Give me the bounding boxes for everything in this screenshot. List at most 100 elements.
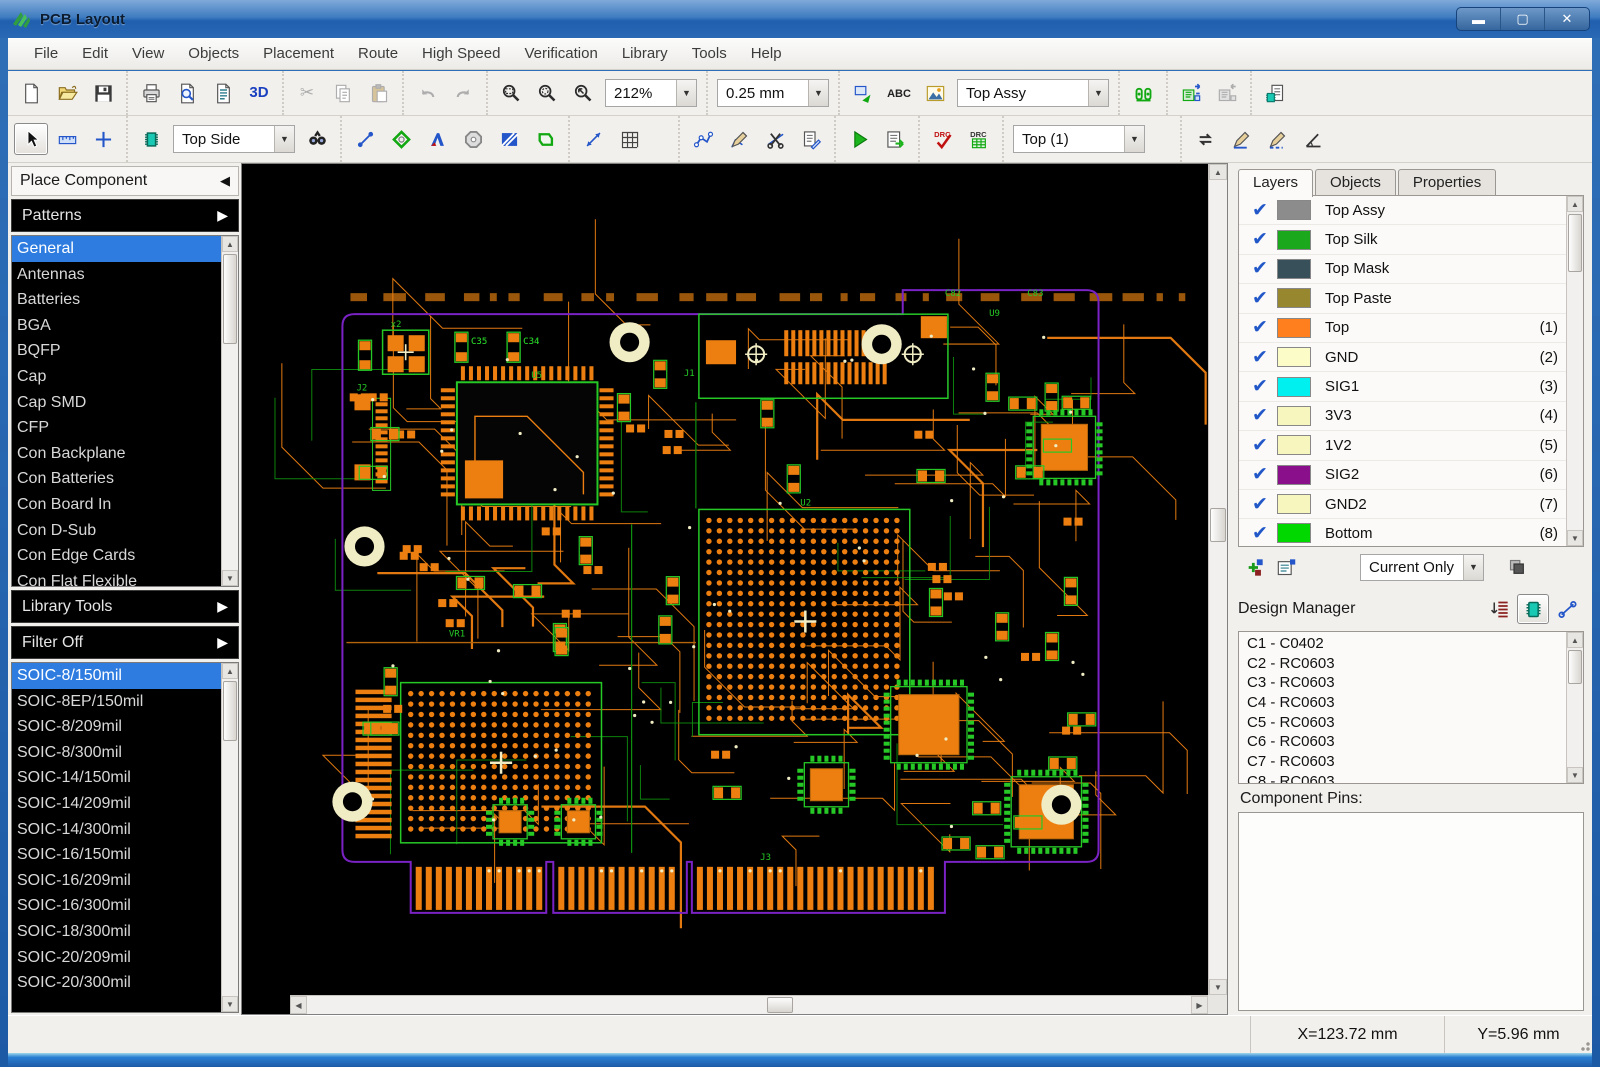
- assy-layer-combo[interactable]: Top Assy ▼: [957, 79, 1109, 107]
- layer-visible-checkbox[interactable]: ✔: [1243, 493, 1277, 516]
- scroll-up-icon[interactable]: ▲: [222, 236, 238, 252]
- copper-pour-button[interactable]: [420, 123, 454, 155]
- list-item[interactable]: Antennas: [12, 262, 221, 288]
- dm-sort-button[interactable]: [1483, 594, 1515, 624]
- component-row[interactable]: C6 - RC0603: [1239, 732, 1566, 752]
- layer-visible-checkbox[interactable]: ✔: [1243, 404, 1277, 427]
- layer-color-swatch[interactable]: [1277, 405, 1311, 426]
- layer-visible-checkbox[interactable]: ✔: [1243, 346, 1277, 369]
- view-3d-button[interactable]: 3D: [242, 77, 276, 109]
- list-item[interactable]: SOIC-18/300mil: [12, 919, 221, 945]
- list-item[interactable]: SOIC-16/150mil: [12, 842, 221, 868]
- list-item[interactable]: SOIC-20/300mil: [12, 970, 221, 996]
- grid-size-combo[interactable]: 0.25 mm ▼: [717, 79, 829, 107]
- list-item[interactable]: Batteries: [12, 287, 221, 313]
- chevron-down-icon[interactable]: ▼: [808, 80, 828, 106]
- layer-color-swatch[interactable]: [1277, 347, 1311, 368]
- filter-bar[interactable]: Filter Off ▶: [11, 626, 239, 659]
- list-item[interactable]: SOIC-14/300mil: [12, 817, 221, 843]
- layer-scope-combo[interactable]: Current Only ▼: [1360, 553, 1484, 581]
- list-item[interactable]: SOIC-14/150mil: [12, 765, 221, 791]
- layer-visible-checkbox[interactable]: ✔: [1243, 463, 1277, 486]
- scroll-up-icon[interactable]: ▲: [222, 663, 238, 679]
- component-row[interactable]: C3 - RC0603: [1239, 673, 1566, 693]
- add-layer-button[interactable]: [1239, 551, 1269, 583]
- drc-check-button[interactable]: DRC: [926, 123, 960, 155]
- tab-layers[interactable]: Layers: [1238, 169, 1314, 197]
- layer-row[interactable]: ✔ SIG2 (6): [1239, 461, 1566, 490]
- drc-report-button[interactable]: DRC: [962, 123, 996, 155]
- menu-library[interactable]: Library: [610, 39, 680, 69]
- component-properties-button[interactable]: [1258, 77, 1292, 109]
- chevron-down-icon[interactable]: ▼: [274, 126, 294, 152]
- route-manual-button[interactable]: [686, 123, 720, 155]
- find-button[interactable]: [300, 123, 334, 155]
- layer-color-swatch[interactable]: [1277, 523, 1311, 544]
- component-list-scrollbar[interactable]: ▲ ▼: [1566, 632, 1583, 783]
- shape-tool-button[interactable]: [846, 77, 880, 109]
- dm-components-button[interactable]: [1517, 594, 1549, 624]
- ratlines-button[interactable]: [1126, 77, 1160, 109]
- component-row[interactable]: C1 - C0402: [1239, 634, 1566, 654]
- menu-tools[interactable]: Tools: [680, 39, 739, 69]
- edit-trace-alt-button[interactable]: [1260, 123, 1294, 155]
- close-button[interactable]: ✕: [1545, 8, 1589, 30]
- dm-nets-button[interactable]: [1551, 594, 1583, 624]
- layer-color-swatch[interactable]: [1277, 435, 1311, 456]
- chevron-down-icon[interactable]: ▼: [676, 80, 696, 106]
- list-item[interactable]: Con Batteries: [12, 466, 221, 492]
- menu-file[interactable]: File: [22, 39, 70, 69]
- pour-fill-button[interactable]: [492, 123, 526, 155]
- list-item[interactable]: CFP: [12, 415, 221, 441]
- layer-row[interactable]: ✔ 1V2 (5): [1239, 431, 1566, 461]
- footprint-list-scrollbar[interactable]: ▲ ▼: [221, 663, 238, 1012]
- scroll-down-icon[interactable]: ▼: [1209, 979, 1227, 995]
- unroute-button[interactable]: [758, 123, 792, 155]
- dimension-tool-button[interactable]: [576, 123, 610, 155]
- layer-row[interactable]: ✔ Top (1): [1239, 314, 1566, 343]
- route-layer-combo[interactable]: Top (1) ▼: [1013, 125, 1145, 153]
- layer-visible-checkbox[interactable]: ✔: [1243, 228, 1277, 251]
- place-component-button[interactable]: [134, 123, 168, 155]
- scroll-down-icon[interactable]: ▼: [1567, 767, 1583, 783]
- layer-row[interactable]: ✔ Top Mask: [1239, 255, 1566, 285]
- layer-row[interactable]: ✔ Top Assy: [1239, 196, 1566, 226]
- menu-verification[interactable]: Verification: [512, 39, 609, 69]
- layer-visible-checkbox[interactable]: ✔: [1243, 375, 1277, 398]
- run-autorouter-button[interactable]: [842, 123, 876, 155]
- open-file-button[interactable]: [50, 77, 84, 109]
- report-button[interactable]: [206, 77, 240, 109]
- scroll-up-icon[interactable]: ▲: [1567, 196, 1583, 212]
- component-row[interactable]: C5 - RC0603: [1239, 713, 1566, 733]
- list-item[interactable]: SOIC-20/209mil: [12, 945, 221, 971]
- component-row[interactable]: C7 - RC0603: [1239, 752, 1566, 772]
- layer-row[interactable]: ✔ SIG1 (3): [1239, 372, 1566, 402]
- list-item[interactable]: SOIC-16/300mil: [12, 893, 221, 919]
- autorouter-setup-button[interactable]: [878, 123, 912, 155]
- net-manager-button[interactable]: [794, 123, 828, 155]
- menu-help[interactable]: Help: [739, 39, 794, 69]
- via-green-button[interactable]: [384, 123, 418, 155]
- resize-grip[interactable]: [1577, 1038, 1590, 1051]
- route-interactive-button[interactable]: [722, 123, 756, 155]
- layer-color-swatch[interactable]: [1277, 200, 1311, 221]
- list-item[interactable]: SOIC-8EP/150mil: [12, 689, 221, 715]
- menu-route[interactable]: Route: [346, 39, 410, 69]
- tab-properties[interactable]: Properties: [1397, 169, 1497, 196]
- layer-swap-button[interactable]: [1188, 123, 1222, 155]
- grid-toggle-button[interactable]: [612, 123, 646, 155]
- zoom-fit-button[interactable]: [566, 77, 600, 109]
- layer-row[interactable]: ✔ Top Paste: [1239, 284, 1566, 314]
- library-tools-bar[interactable]: Library Tools ▶: [11, 590, 239, 623]
- layer-color-swatch[interactable]: [1277, 376, 1311, 397]
- list-item[interactable]: Con Edge Cards: [12, 543, 221, 569]
- layer-color-swatch[interactable]: [1277, 229, 1311, 250]
- list-item[interactable]: Con Flat Flexible: [12, 569, 221, 586]
- scroll-down-icon[interactable]: ▼: [1567, 530, 1583, 546]
- component-row[interactable]: C4 - RC0603: [1239, 693, 1566, 713]
- picture-tool-button[interactable]: [918, 77, 952, 109]
- layer-visible-checkbox[interactable]: ✔: [1243, 199, 1277, 222]
- list-item[interactable]: Cap: [12, 364, 221, 390]
- text-tool-button[interactable]: ABC: [882, 77, 916, 109]
- layer-properties-button[interactable]: [1271, 551, 1301, 583]
